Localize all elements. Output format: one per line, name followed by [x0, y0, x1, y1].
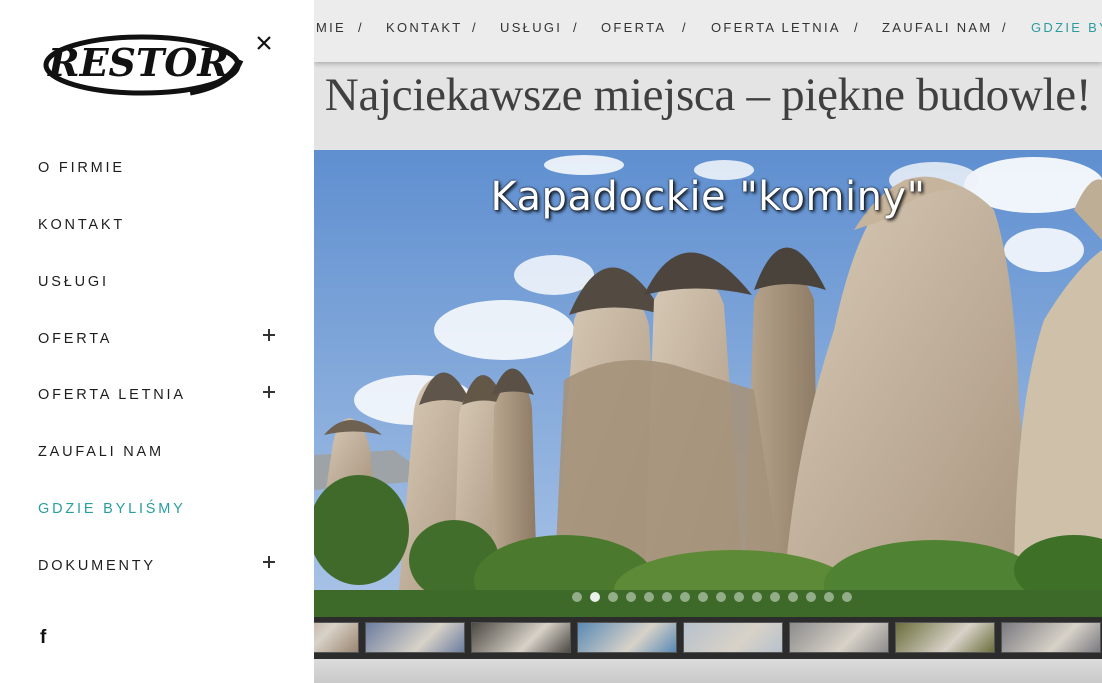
topnav-separator: /	[472, 20, 478, 35]
topnav-item-oferta[interactable]: OFERTA	[601, 20, 666, 35]
thumbnail-snow-people[interactable]	[683, 622, 783, 653]
slider-dot[interactable]	[662, 592, 672, 602]
menu-item-o-firmie[interactable]: O FIRMIE	[38, 160, 125, 176]
topnav-item-uslugi[interactable]: USŁUGI	[500, 20, 562, 35]
page-headline: Najciekawsze miejsca – piękne budowle!	[324, 69, 1092, 121]
footer-shadow	[314, 659, 1102, 683]
topnav-separator: /	[573, 20, 579, 35]
topnav-separator: /	[854, 20, 860, 35]
menu-item-uslugi[interactable]: USŁUGI	[38, 274, 109, 290]
slider-dot[interactable]	[770, 592, 780, 602]
slider-dot[interactable]	[824, 592, 834, 602]
thumbnail-street[interactable]	[1001, 622, 1101, 653]
topnav-item-zaufali-nam[interactable]: ZAUFALI NAM	[882, 20, 993, 35]
topnav-separator: /	[682, 20, 688, 35]
topnav-item-oferta-letnia[interactable]: OFERTA LETNIA	[711, 20, 841, 35]
slider-dot[interactable]	[590, 592, 600, 602]
expand-plus-icon[interactable]	[262, 328, 276, 342]
thumbnail-strip	[314, 617, 1102, 659]
slider-dot[interactable]	[608, 592, 618, 602]
expand-plus-icon[interactable]	[262, 385, 276, 399]
menu-item-gdzie-bylismy[interactable]: GDZIE BYLIŚMY	[38, 501, 186, 517]
menu-item-oferta[interactable]: OFERTA	[38, 331, 112, 347]
main-content: MIE / KONTAKT / USŁUGI / OFERTA / OFERTA…	[314, 0, 1102, 683]
facebook-icon[interactable]: f	[40, 627, 46, 649]
thumbnail-partial[interactable]	[314, 622, 359, 653]
side-drawer: RESTOR O FIRMIE KONTAKT USŁUGI OFERTA OF…	[0, 0, 314, 683]
slider-dot[interactable]	[680, 592, 690, 602]
slider-dot[interactable]	[788, 592, 798, 602]
slider-dot[interactable]	[698, 592, 708, 602]
slider-pagination	[572, 592, 852, 604]
slider-dot[interactable]	[806, 592, 816, 602]
thumbnail-mural[interactable]	[895, 622, 995, 653]
topnav-separator: /	[1002, 20, 1008, 35]
image-slider[interactable]	[314, 150, 1102, 617]
logo[interactable]: RESTOR	[40, 30, 245, 100]
slider-dot[interactable]	[842, 592, 852, 602]
menu-item-dokumenty[interactable]: DOKUMENTY	[38, 558, 156, 574]
thumbnail-snow-mountains[interactable]	[365, 622, 465, 653]
logo-text: RESTOR	[47, 40, 229, 85]
slider-dot[interactable]	[734, 592, 744, 602]
slider-dot[interactable]	[626, 592, 636, 602]
slide-image-cappadocia	[314, 150, 1102, 617]
menu-item-kontakt[interactable]: KONTAKT	[38, 217, 125, 233]
topnav-item-kontakt[interactable]: KONTAKT	[386, 20, 463, 35]
slider-dot[interactable]	[716, 592, 726, 602]
slider-dot[interactable]	[572, 592, 582, 602]
expand-plus-icon[interactable]	[262, 555, 276, 569]
topnav-item-o-firmie[interactable]: MIE	[316, 20, 346, 35]
menu-item-oferta-letnia[interactable]: OFERTA LETNIA	[38, 387, 186, 403]
close-icon[interactable]	[252, 31, 276, 55]
thumbnail-people-sea[interactable]	[577, 622, 677, 653]
slide-caption: Kapadockie "kominy"	[490, 174, 926, 220]
topnav-item-gdzie-bylismy[interactable]: GDZIE BY	[1031, 20, 1102, 35]
thumbnail-colonnade[interactable]	[789, 622, 889, 653]
thumbnail-crowd[interactable]	[471, 622, 571, 653]
menu-item-zaufali-nam[interactable]: ZAUFALI NAM	[38, 444, 164, 460]
slider-dot[interactable]	[644, 592, 654, 602]
slider-dot[interactable]	[752, 592, 762, 602]
topnav-separator: /	[358, 20, 364, 35]
top-navigation: MIE / KONTAKT / USŁUGI / OFERTA / OFERTA…	[314, 0, 1102, 62]
